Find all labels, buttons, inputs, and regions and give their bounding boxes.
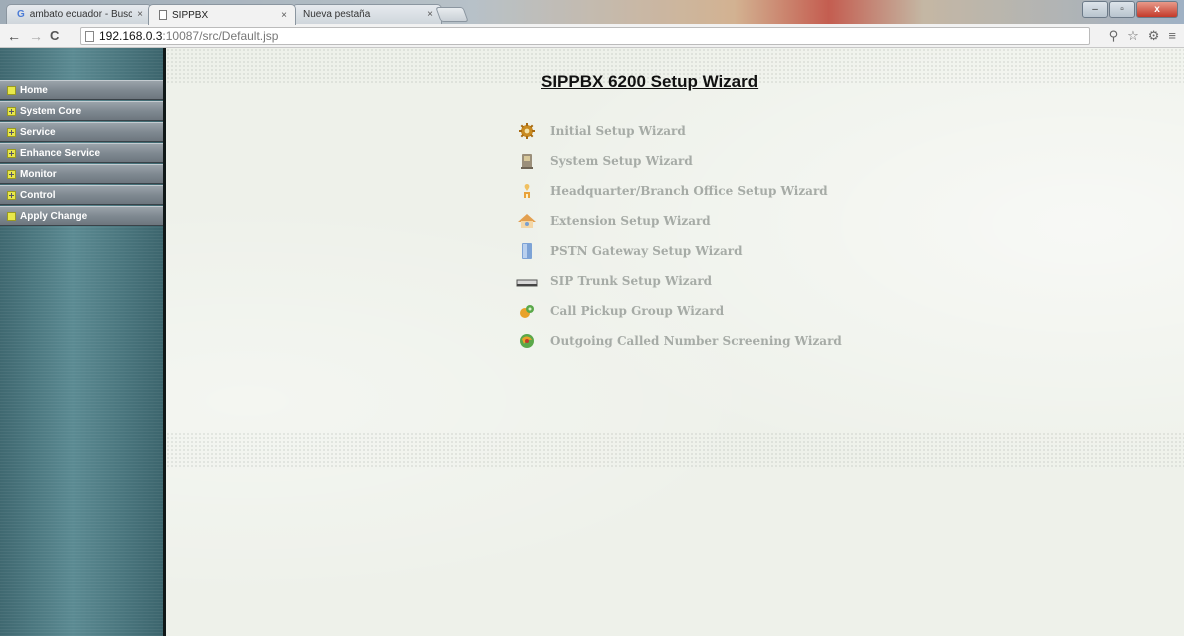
sidebar-item-label: System Core <box>20 105 82 117</box>
tab-title: SIPPBX <box>172 9 209 21</box>
tab-google-search[interactable]: G ambato ecuador - Buscar × <box>6 4 152 24</box>
sidebar-item-label: Control <box>20 189 56 201</box>
sidebar-menu: Home System Core Service Enhance Service… <box>0 80 163 227</box>
sidebar-item-label: Monitor <box>20 168 57 180</box>
sidebar-item-control[interactable]: Control <box>0 185 163 205</box>
wizard-label: Call Pickup Group Wizard <box>550 304 725 318</box>
expand-plus-icon <box>7 148 16 158</box>
wizard-sip-trunk[interactable]: SIP Trunk Setup Wizard <box>516 266 842 296</box>
address-bar[interactable]: 192.168.0.3:10087/src/Default.jsp <box>80 27 1090 45</box>
key-icon[interactable]: ⚲ <box>1109 28 1119 44</box>
forward-arrow-icon[interactable]: → <box>28 28 44 44</box>
star-icon[interactable]: ☆ <box>1127 28 1139 44</box>
main-panel: SIPPBX 6200 Setup Wizard Initial Setup W… <box>166 48 1184 636</box>
gear-icon <box>516 122 538 140</box>
extension-icon <box>516 212 538 230</box>
new-tab-button[interactable] <box>435 7 469 22</box>
wizard-list: Initial Setup Wizard System Setup Wizard… <box>516 116 842 356</box>
sidebar-item-label: Apply Change <box>20 210 88 222</box>
minimize-button[interactable]: – <box>1082 1 1108 18</box>
sidebar-item-home[interactable]: Home <box>0 80 163 100</box>
sidebar-item-label: Home <box>20 84 48 96</box>
tab-title: Nueva pestaña <box>303 9 371 20</box>
expand-plus-icon <box>7 190 16 200</box>
browser-toolbar: ← → C 192.168.0.3:10087/src/Default.jsp … <box>0 24 1184 48</box>
office-icon <box>516 182 538 200</box>
back-arrow-icon[interactable]: ← <box>6 28 22 44</box>
tab-close-icon[interactable]: × <box>137 9 143 20</box>
tab-close-icon[interactable]: × <box>281 10 287 21</box>
extension-icon[interactable]: ⚙ <box>1148 28 1160 44</box>
trunk-icon <box>516 272 538 290</box>
wizard-extension-setup[interactable]: Extension Setup Wizard <box>516 206 842 236</box>
expand-plus-icon <box>7 106 16 116</box>
sidebar: Home System Core Service Enhance Service… <box>0 48 166 636</box>
google-icon: G <box>17 9 25 20</box>
tab-close-icon[interactable]: × <box>427 9 433 20</box>
pickup-group-icon <box>516 302 538 320</box>
sidebar-item-system-core[interactable]: System Core <box>0 101 163 121</box>
tab-title: ambato ecuador - Buscar <box>29 9 133 20</box>
menu-icon[interactable]: ≡ <box>1168 28 1176 44</box>
page-content: Home System Core Service Enhance Service… <box>0 48 1184 636</box>
sidebar-item-service[interactable]: Service <box>0 122 163 142</box>
wizard-initial-setup[interactable]: Initial Setup Wizard <box>516 116 842 146</box>
screening-icon <box>516 332 538 350</box>
expand-plus-icon <box>7 127 16 137</box>
wizard-label: Headquarter/Branch Office Setup Wizard <box>550 184 828 198</box>
sidebar-item-label: Service <box>20 126 56 138</box>
url-host: 192.168.0.3 <box>99 29 163 43</box>
gateway-icon <box>516 242 538 260</box>
tab-sippbx[interactable]: SIPPBX × <box>148 4 296 25</box>
url-path: :10087/src/Default.jsp <box>162 29 279 43</box>
wizard-system-setup[interactable]: System Setup Wizard <box>516 146 842 176</box>
tab-new-tab[interactable]: Nueva pestaña × <box>292 4 442 24</box>
reload-icon[interactable]: C <box>50 28 59 43</box>
wizard-label: PSTN Gateway Setup Wizard <box>550 244 743 258</box>
sidebar-item-monitor[interactable]: Monitor <box>0 164 163 184</box>
wizard-label: Extension Setup Wizard <box>550 214 711 228</box>
page-title: SIPPBX 6200 Setup Wizard <box>541 72 759 91</box>
wizard-pstn-gateway[interactable]: PSTN Gateway Setup Wizard <box>516 236 842 266</box>
wizard-outgoing-screening[interactable]: Outgoing Called Number Screening Wizard <box>516 326 842 356</box>
sidebar-item-enhance-service[interactable]: Enhance Service <box>0 143 163 163</box>
computer-icon <box>516 152 538 170</box>
wizard-call-pickup[interactable]: Call Pickup Group Wizard <box>516 296 842 326</box>
wizard-label: System Setup Wizard <box>550 154 693 168</box>
page-icon <box>85 30 94 42</box>
bullet-icon <box>7 211 16 221</box>
browser-titlebar: G ambato ecuador - Buscar × SIPPBX × Nue… <box>0 0 1184 25</box>
sidebar-item-label: Enhance Service <box>20 147 101 159</box>
bullet-icon <box>7 85 16 95</box>
sidebar-item-apply-change[interactable]: Apply Change <box>0 206 163 226</box>
expand-plus-icon <box>7 169 16 179</box>
wizard-headquarter-branch[interactable]: Headquarter/Branch Office Setup Wizard <box>516 176 842 206</box>
wizard-label: Initial Setup Wizard <box>550 124 686 138</box>
wizard-label: Outgoing Called Number Screening Wizard <box>550 334 842 348</box>
wizard-label: SIP Trunk Setup Wizard <box>550 274 713 288</box>
toolbar-right: ⚲ ☆ ⚙ ≡ <box>1109 28 1176 44</box>
dot-pattern-band <box>166 432 1184 468</box>
window-controls: – ▫ x <box>1082 1 1178 18</box>
maximize-button[interactable]: ▫ <box>1109 1 1135 18</box>
close-window-button[interactable]: x <box>1136 1 1178 18</box>
document-icon <box>159 10 167 20</box>
